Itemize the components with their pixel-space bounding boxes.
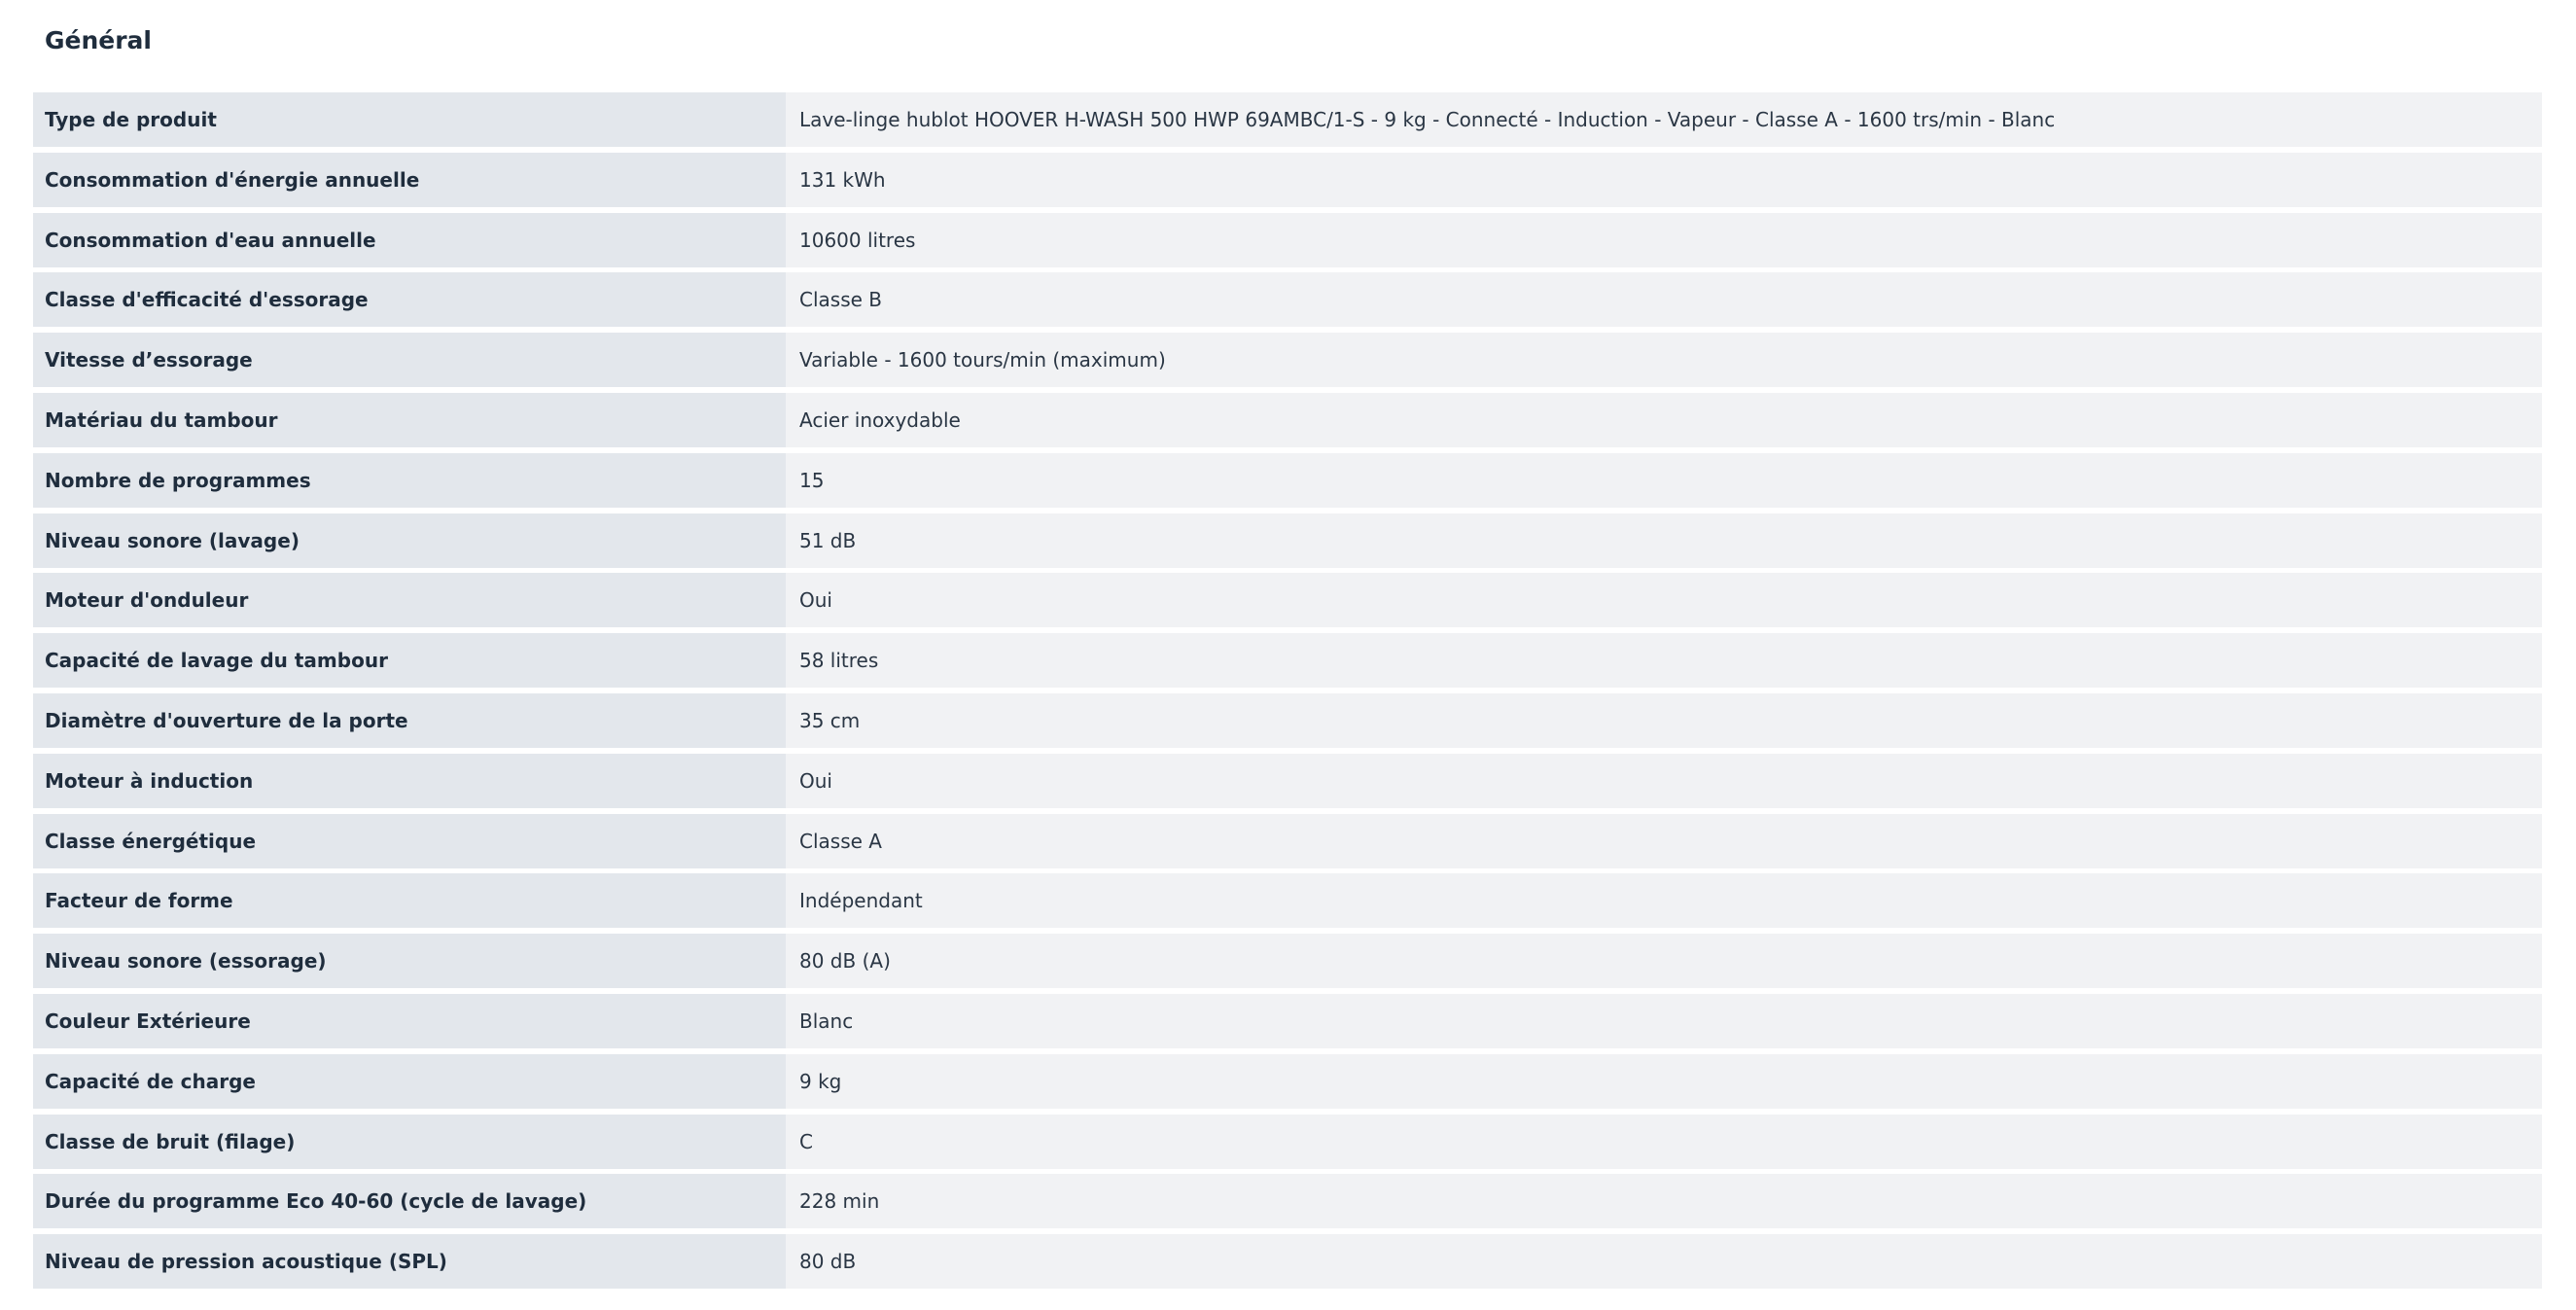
- spec-label: Capacité de charge: [33, 1053, 786, 1109]
- spec-label: Classe de bruit (filage): [33, 1114, 786, 1169]
- table-row: Capacité de charge 9 kg: [33, 1053, 2542, 1109]
- spec-value: 80 dB (A): [786, 934, 2542, 989]
- spec-label: Matériau du tambour: [33, 392, 786, 447]
- spec-value: Acier inoxydable: [786, 392, 2542, 447]
- spec-label: Capacité de lavage du tambour: [33, 633, 786, 689]
- spec-value: 80 dB: [786, 1234, 2542, 1290]
- table-row: Consommation d'eau annuelle 10600 litres: [33, 212, 2542, 267]
- spec-value: 15: [786, 452, 2542, 508]
- spec-label: Niveau sonore (essorage): [33, 934, 786, 989]
- spec-value: C: [786, 1114, 2542, 1169]
- spec-value: Indépendant: [786, 873, 2542, 929]
- spec-value: 228 min: [786, 1174, 2542, 1229]
- table-row: Moteur d'onduleur Oui: [33, 573, 2542, 628]
- table-row: Niveau de pression acoustique (SPL) 80 d…: [33, 1234, 2542, 1290]
- spec-value: 9 kg: [786, 1053, 2542, 1109]
- table-row: Classe énergétique Classe A: [33, 813, 2542, 868]
- spec-label: Durée du programme Eco 40-60 (cycle de l…: [33, 1174, 786, 1229]
- spec-value: 131 kWh: [786, 152, 2542, 207]
- spec-label: Classe énergétique: [33, 813, 786, 868]
- spec-value: Oui: [786, 573, 2542, 628]
- spec-label: Facteur de forme: [33, 873, 786, 929]
- table-row: Couleur Extérieure Blanc: [33, 993, 2542, 1048]
- table-row: Durée du programme Eco 40-60 (cycle de l…: [33, 1174, 2542, 1229]
- spec-label: Consommation d'énergie annuelle: [33, 152, 786, 207]
- spec-label: Niveau de pression acoustique (SPL): [33, 1234, 786, 1290]
- table-row: Vitesse d’essorage Variable - 1600 tours…: [33, 333, 2542, 388]
- spec-label: Moteur d'onduleur: [33, 573, 786, 628]
- spec-label: Niveau sonore (lavage): [33, 513, 786, 568]
- spec-label: Moteur à induction: [33, 753, 786, 808]
- table-row: Classe de bruit (filage) C: [33, 1114, 2542, 1169]
- spec-value: 51 dB: [786, 513, 2542, 568]
- spec-label: Type de produit: [33, 92, 786, 147]
- spec-value: Classe B: [786, 272, 2542, 328]
- spec-label: Nombre de programmes: [33, 452, 786, 508]
- spec-value: 10600 litres: [786, 212, 2542, 267]
- spec-table: Type de produit Lave-linge hublot HOOVER…: [33, 92, 2542, 1294]
- table-row: Moteur à induction Oui: [33, 753, 2542, 808]
- spec-value: 35 cm: [786, 692, 2542, 748]
- table-row: Type de produit Lave-linge hublot HOOVER…: [33, 92, 2542, 147]
- table-row: Niveau sonore (essorage) 80 dB (A): [33, 934, 2542, 989]
- table-row: Consommation d'énergie annuelle 131 kWh: [33, 152, 2542, 207]
- table-row: Nombre de programmes 15: [33, 452, 2542, 508]
- section-title: Général: [45, 26, 152, 54]
- spec-label: Diamètre d'ouverture de la porte: [33, 692, 786, 748]
- table-row: Niveau sonore (lavage) 51 dB: [33, 513, 2542, 568]
- spec-value: Classe A: [786, 813, 2542, 868]
- spec-value: 58 litres: [786, 633, 2542, 689]
- spec-label: Vitesse d’essorage: [33, 333, 786, 388]
- table-row: Capacité de lavage du tambour 58 litres: [33, 633, 2542, 689]
- table-row: Facteur de forme Indépendant: [33, 873, 2542, 929]
- spec-value: Oui: [786, 753, 2542, 808]
- spec-value: Blanc: [786, 993, 2542, 1048]
- spec-label: Consommation d'eau annuelle: [33, 212, 786, 267]
- spec-value: Variable - 1600 tours/min (maximum): [786, 333, 2542, 388]
- spec-label: Classe d'efficacité d'essorage: [33, 272, 786, 328]
- table-row: Classe d'efficacité d'essorage Classe B: [33, 272, 2542, 328]
- spec-value: Lave-linge hublot HOOVER H-WASH 500 HWP …: [786, 92, 2542, 147]
- table-row: Matériau du tambour Acier inoxydable: [33, 392, 2542, 447]
- table-row: Diamètre d'ouverture de la porte 35 cm: [33, 692, 2542, 748]
- spec-label: Couleur Extérieure: [33, 993, 786, 1048]
